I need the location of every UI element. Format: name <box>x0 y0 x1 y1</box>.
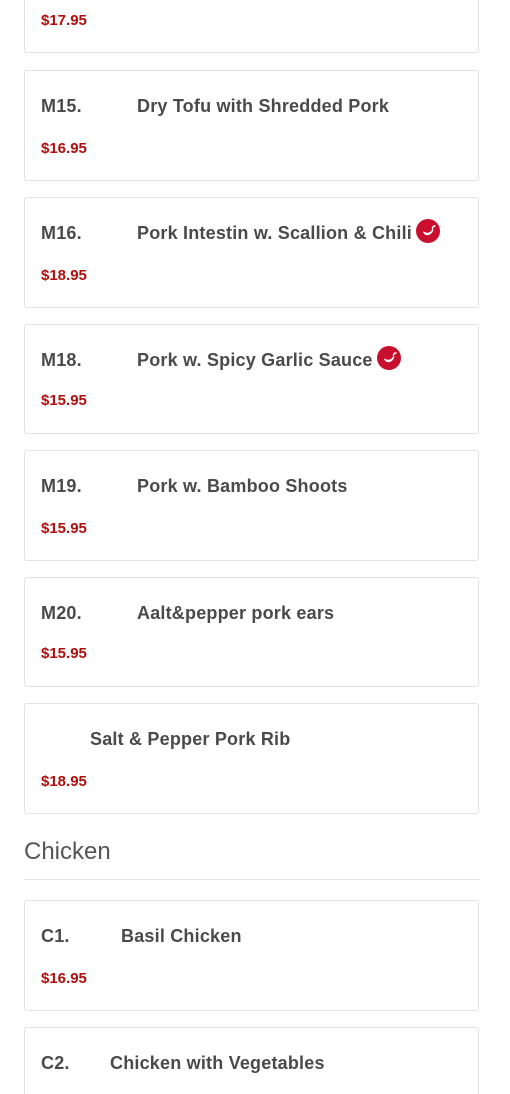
item-code: M15. <box>41 95 82 116</box>
item-name-row: M20. Aalt&pepper pork ears <box>41 601 334 625</box>
item-price: $17.95 <box>41 12 87 29</box>
item-code: C1. <box>41 925 70 946</box>
item-name-row: M18. Pork w. Spicy Garlic Sauce <box>41 346 401 372</box>
menu-page: $17.95 M15. Dry Tofu with Shredded Pork … <box>0 0 510 1094</box>
item-code: M20. <box>41 602 82 623</box>
item-code: M19. <box>41 475 82 496</box>
item-name: Dry Tofu with Shredded Pork <box>137 95 390 116</box>
item-price: $15.95 <box>41 645 87 662</box>
menu-item-card[interactable]: M20. Aalt&pepper pork ears $15.95 <box>24 577 479 687</box>
item-price: $18.95 <box>41 773 87 790</box>
item-code: M18. <box>41 349 82 370</box>
section-title-chicken: Chicken <box>24 838 111 865</box>
item-name-row: M19. Pork w. Bamboo Shoots <box>41 474 348 498</box>
item-price: $15.95 <box>41 392 87 409</box>
item-name: Pork w. Bamboo Shoots <box>137 475 348 496</box>
item-name: Salt & Pepper Pork Rib <box>90 728 291 749</box>
item-name-row: C2. Chicken with Vegetables <box>41 1051 325 1075</box>
menu-item-card[interactable]: M16. Pork Intestin w. Scallion & Chili $… <box>24 197 479 308</box>
item-name: Basil Chicken <box>121 925 242 946</box>
menu-item-card[interactable]: M18. Pork w. Spicy Garlic Sauce $15.95 <box>24 324 479 434</box>
section-divider <box>24 879 480 880</box>
item-name-row: Salt & Pepper Pork Rib <box>41 727 290 751</box>
chili-pepper-icon <box>415 219 440 243</box>
item-name: Pork Intestin w. Scallion & Chili <box>137 222 412 243</box>
chili-pepper-icon <box>376 346 401 370</box>
menu-item-card[interactable]: C2. Chicken with Vegetables <box>24 1027 479 1094</box>
item-code: M16. <box>41 222 82 243</box>
menu-item-card[interactable]: M15. Dry Tofu with Shredded Pork $16.95 <box>24 70 479 181</box>
item-name-row: M16. Pork Intestin w. Scallion & Chili <box>41 219 440 245</box>
item-price: $16.95 <box>41 970 87 987</box>
menu-item-card[interactable]: $17.95 <box>24 0 479 53</box>
item-name-row: C1. Basil Chicken <box>41 924 242 948</box>
menu-item-card[interactable]: Salt & Pepper Pork Rib $18.95 <box>24 703 479 814</box>
item-name: Pork w. Spicy Garlic Sauce <box>137 349 373 370</box>
item-name: Chicken with Vegetables <box>110 1052 325 1073</box>
item-price: $15.95 <box>41 520 87 537</box>
item-price: $18.95 <box>41 267 87 284</box>
item-code: C2. <box>41 1052 70 1073</box>
item-name: Aalt&pepper pork ears <box>137 602 335 623</box>
menu-item-card[interactable]: M19. Pork w. Bamboo Shoots $15.95 <box>24 450 479 561</box>
item-price: $16.95 <box>41 140 87 157</box>
menu-item-card[interactable]: C1. Basil Chicken $16.95 <box>24 900 479 1011</box>
item-name-row: M15. Dry Tofu with Shredded Pork <box>41 94 389 118</box>
